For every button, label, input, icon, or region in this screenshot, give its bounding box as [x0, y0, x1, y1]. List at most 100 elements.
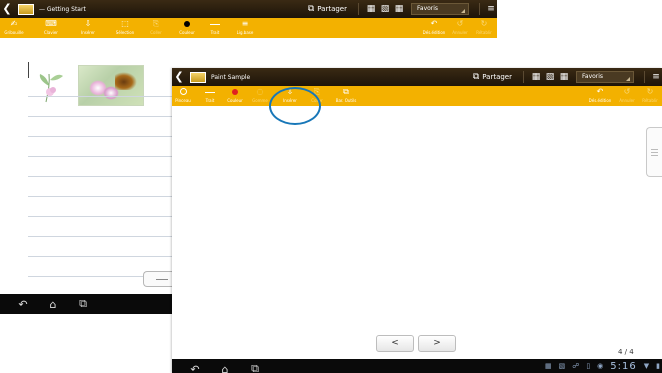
undo-edit-tool[interactable]: ↶ Dés.édition: [421, 18, 447, 38]
color-tool[interactable]: Couleur: [175, 18, 199, 38]
tool-label: Dés.édition: [422, 30, 446, 35]
paint-canvas[interactable]: [172, 106, 662, 373]
divider: [523, 71, 524, 83]
delete-page-icon[interactable]: ▧: [543, 68, 557, 86]
tool-label: Dés.édition: [588, 98, 612, 103]
tool-label: Annuler: [452, 30, 468, 35]
divider: [644, 71, 645, 83]
notebook-title: — Getting Start: [39, 5, 86, 13]
color-swatch-icon: [184, 21, 190, 27]
paint-toolbar: Pinceau Trait Couleur ◌ Gomme ⇩ Insérer …: [172, 86, 662, 106]
status-area[interactable]: ▦ ▧ ☍ ▯ ◉ 5:16 ▼ ▮: [538, 359, 660, 373]
share-button[interactable]: ⧉ Partager: [473, 72, 512, 82]
title-bar-actions: ⧉ Partager ▦ ▧ ▦ Favoris ≡: [308, 0, 497, 18]
favorites-label: Favoris: [417, 5, 439, 12]
eraser-tool[interactable]: ◌ Gomme: [250, 86, 270, 106]
hummingbird-painting[interactable]: [78, 65, 144, 106]
next-page-button[interactable]: >: [418, 335, 456, 352]
tool-label: Bar. Outils: [335, 98, 357, 103]
menu-icon[interactable]: ≡: [650, 68, 662, 86]
title-bar: ❮ — Getting Start ⧉ Partager ▦ ▧ ▦ Favor…: [0, 0, 497, 18]
tool-label: Rétablir: [642, 98, 658, 103]
undo-edit-tool[interactable]: ↶ Dés.édition: [587, 86, 613, 106]
share-label: Partager: [317, 5, 347, 13]
title-bar: ❮ Paint Sample ⧉ Partager ▦ ▧ ▦ Favoris …: [172, 68, 662, 86]
grid-view-icon[interactable]: ▦: [557, 68, 571, 86]
tool-label: Couleur: [227, 98, 243, 103]
stroke-icon: [205, 92, 215, 93]
toolbar-icon: ⧉: [343, 87, 349, 96]
page-indicator: 4 / 4: [618, 348, 634, 356]
dropdown-corner-icon: [461, 9, 465, 13]
keyboard-icon: ⌨: [45, 19, 57, 28]
back-arrow-icon[interactable]: ❮: [172, 68, 186, 86]
line-base-tool[interactable]: ≡ Lig.base: [234, 18, 256, 38]
color-swatch-icon: [232, 89, 238, 95]
notification-icon: ▦: [544, 362, 552, 370]
home-icon[interactable]: ⌂: [38, 298, 68, 311]
back-arrow-icon[interactable]: ❮: [0, 0, 14, 18]
text-cursor: [28, 62, 29, 78]
edit-toolbar: ✍ Gribouille ⌨ Clavier ⇩ Insérer ⬚ Sélec…: [0, 18, 497, 38]
redo-icon: ↻: [646, 87, 654, 96]
add-page-icon[interactable]: ▦: [529, 68, 543, 86]
tool-label: Clavier: [44, 30, 58, 35]
hummingbird: [115, 72, 137, 90]
favorites-dropdown[interactable]: Favoris: [576, 71, 634, 83]
keyboard-tool[interactable]: ⌨ Clavier: [40, 18, 62, 38]
share-icon: ⧉: [472, 72, 480, 82]
navigation-bar: ↶ ⌂ ⧉: [0, 294, 173, 314]
menu-icon[interactable]: ≡: [485, 0, 497, 18]
favorites-label: Favoris: [582, 73, 604, 80]
delete-page-icon[interactable]: ▧: [378, 0, 392, 18]
back-icon[interactable]: ↶: [8, 298, 38, 311]
sd-card-icon: ▯: [586, 362, 591, 370]
redo-icon: ↻: [480, 19, 488, 28]
selection-icon: ⬚: [121, 19, 129, 28]
selection-tool[interactable]: ⬚ Sélection: [112, 18, 138, 38]
recent-apps-icon[interactable]: ⧉: [68, 297, 98, 311]
favorites-dropdown[interactable]: Favoris: [411, 3, 469, 15]
recent-apps-icon[interactable]: ⧉: [240, 362, 270, 373]
side-panel-handle[interactable]: [143, 271, 173, 287]
handle-grip-icon: [651, 149, 658, 150]
stroke-tool[interactable]: Trait: [200, 86, 220, 106]
grid-view-icon[interactable]: ▦: [392, 0, 406, 18]
share-button[interactable]: ⧉ Partager: [308, 4, 347, 14]
previous-page-button[interactable]: <: [376, 335, 414, 352]
share-icon: ⧉: [307, 4, 315, 14]
scribble-tool[interactable]: ✍ Gribouille: [2, 18, 26, 38]
brush-icon: [179, 88, 187, 95]
clock: 5:16: [610, 360, 637, 372]
insert-tool[interactable]: ⇩ Insérer: [76, 18, 100, 38]
paste-tool[interactable]: ⎘ Coller: [145, 18, 167, 38]
paste-icon: ⎘: [152, 19, 160, 28]
undo-tool[interactable]: ↺ Annuler: [617, 86, 637, 106]
toolbar-tool[interactable]: ⧉ Bar. Outils: [332, 86, 360, 106]
side-panel-handle[interactable]: [646, 127, 662, 177]
paint-sample-window[interactable]: ❮ Paint Sample ⧉ Partager ▦ ▧ ▦ Favoris …: [172, 68, 662, 373]
notebook-thumbnail-icon[interactable]: [18, 3, 34, 15]
divider: [479, 3, 480, 15]
undo-icon: ↺: [456, 19, 464, 28]
undo-tool[interactable]: ↺ Annuler: [450, 18, 470, 38]
title-bar-actions: ⧉ Partager ▦ ▧ ▦ Favoris ≡: [473, 68, 662, 86]
notebook-thumbnail-icon[interactable]: [190, 71, 206, 83]
stroke-tool[interactable]: Trait: [205, 18, 225, 38]
brush-tool[interactable]: Pinceau: [172, 86, 194, 106]
redo-tool[interactable]: ↻ Rétablir: [640, 86, 660, 106]
home-icon[interactable]: ⌂: [210, 363, 240, 373]
add-page-icon[interactable]: ▦: [364, 0, 378, 18]
tool-label: Gribouille: [4, 30, 24, 35]
color-tool[interactable]: Couleur: [224, 86, 246, 106]
dropdown-corner-icon: [626, 77, 630, 81]
tool-label: Lig.base: [236, 30, 254, 35]
redo-tool[interactable]: ↻ Rétablir: [474, 18, 494, 38]
screen: ❮ — Getting Start ⧉ Partager ▦ ▧ ▦ Favor…: [0, 0, 662, 373]
battery-icon: ▮: [656, 362, 660, 370]
insert-icon: ⇩: [84, 19, 92, 28]
undo-edit-icon: ↶: [596, 87, 604, 96]
handle-grip-icon: [651, 152, 658, 153]
lock-icon: ◉: [597, 362, 604, 370]
back-icon[interactable]: ↶: [180, 363, 210, 373]
